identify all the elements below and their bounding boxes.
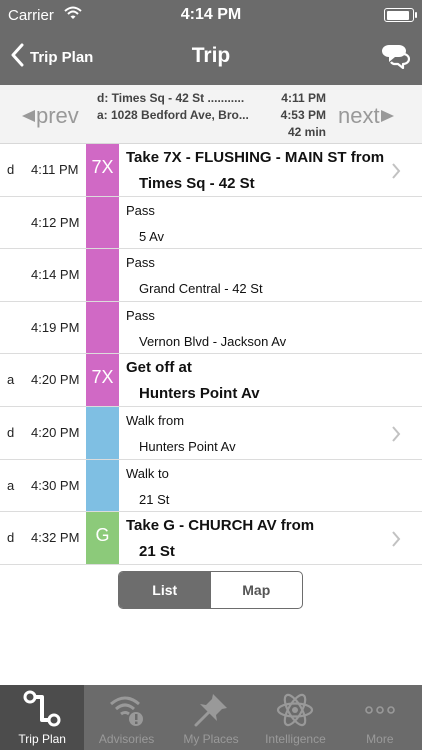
depart-arrive-marker: a [7, 477, 15, 493]
itinerary-list: d 4:11 PM 7X Take 7X - FLUSHING - MAIN S… [0, 144, 422, 565]
trip-duration: 42 min [287, 125, 326, 139]
map-tab-button[interactable]: Map [211, 572, 303, 608]
row-instruction: Take G - CHURCH AV from [126, 517, 315, 535]
route-color-band [86, 301, 119, 354]
row-time: 4:12 PM [31, 214, 80, 230]
row-stop: 21 St [139, 543, 175, 561]
itinerary-row-board-7x[interactable]: d 4:11 PM 7X Take 7X - FLUSHING - MAIN S… [0, 144, 422, 197]
route-color-band [86, 249, 119, 301]
tab-label: My Places [183, 732, 239, 746]
depart-arrive-marker: d [7, 424, 15, 440]
itinerary-row-pass: 4:14 PM Pass Grand Central - 42 St [0, 249, 422, 302]
triangle-right-icon [380, 110, 394, 122]
triangle-left-icon [22, 110, 35, 122]
tab-more[interactable]: More [338, 685, 422, 750]
row-time: 4:14 PM [31, 267, 80, 283]
route-color-band [86, 196, 119, 249]
tab-label: Advisories [98, 732, 155, 746]
itinerary-row-board-g[interactable]: d 4:32 PM G Take G - CHURCH AV from 21 S… [0, 512, 422, 565]
nav-bar: Trip Plan Trip [0, 30, 422, 85]
row-time: 4:19 PM [31, 319, 80, 335]
row-stop: Times Sq - 42 St [139, 175, 255, 192]
row-stop: Vernon Blvd - Jackson Av [139, 333, 287, 349]
walk-color-band [86, 406, 119, 459]
tab-label: Trip Plan [18, 732, 66, 746]
tab-bar: Trip Plan Advisories My Places Intellige… [0, 685, 422, 750]
walk-color-band [86, 459, 119, 512]
row-time: 4:20 PM [31, 372, 80, 388]
depart-arrive-marker: d [7, 530, 15, 546]
chat-bubbles-icon[interactable] [380, 43, 411, 74]
tab-intelligence[interactable]: Intelligence [253, 685, 337, 750]
depart-arrive-marker: a [7, 372, 15, 388]
status-time: 4:14 PM [180, 6, 242, 23]
tab-advisories[interactable]: Advisories [84, 685, 168, 750]
atom-icon [275, 690, 315, 730]
chevron-right-icon [391, 163, 401, 184]
row-stop: Hunters Point Av [139, 438, 236, 454]
row-instruction: Pass [126, 255, 155, 271]
row-time: 4:32 PM [31, 530, 80, 546]
row-instruction: Pass [126, 202, 155, 218]
back-button[interactable]: Trip Plan [10, 42, 93, 72]
tab-label: Intelligence [265, 732, 326, 746]
itinerary-row-walk-from[interactable]: d 4:20 PM Walk from Hunters Point Av [0, 406, 422, 460]
row-time: 4:30 PM [31, 477, 80, 493]
prev-label: prev [36, 103, 79, 128]
next-label: next [338, 103, 380, 128]
tab-my-places[interactable]: My Places [169, 685, 253, 750]
route-badge: 7X [91, 157, 114, 177]
departure-time: 4:11 PM [281, 91, 326, 105]
row-stop: Grand Central - 42 St [139, 281, 263, 297]
status-bar: Carrier 4:14 PM [0, 0, 422, 30]
row-instruction: Walk from [126, 412, 185, 428]
chevron-right-icon [391, 531, 401, 552]
tab-trip-plan[interactable]: Trip Plan [0, 685, 85, 750]
row-time: 4:20 PM [31, 424, 80, 440]
tab-label: More [366, 732, 394, 746]
row-instruction: Walk to [126, 465, 169, 481]
itinerary-row-get-off: a 4:20 PM 7X Get off at Hunters Point Av [0, 354, 422, 407]
chevron-left-icon [10, 43, 24, 72]
prev-button[interactable]: prev [22, 103, 79, 129]
row-stop: 21 St [139, 491, 170, 507]
list-map-toggle: List Map [118, 571, 303, 609]
next-button[interactable]: next [338, 103, 394, 129]
arrival-time: 4:53 PM [280, 108, 326, 122]
route-icon [22, 690, 62, 730]
pushpin-icon [191, 690, 231, 730]
list-tab-button[interactable]: List [119, 572, 211, 608]
itinerary-row-pass: 4:12 PM Pass 5 Av [0, 196, 422, 250]
trip-summary: prev d: Times Sq - 42 St ........... a: … [0, 85, 422, 144]
row-stop: 5 Av [139, 228, 165, 244]
chevron-right-icon [391, 426, 401, 447]
row-instruction: Pass [126, 307, 155, 323]
back-button-label: Trip Plan [30, 48, 94, 66]
signal-alert-icon [107, 690, 147, 730]
route-badge: G [95, 525, 110, 546]
row-instruction: Get off at [126, 359, 192, 377]
battery-icon [384, 8, 417, 22]
route-badge: 7X [91, 367, 114, 388]
ellipsis-icon [360, 690, 400, 730]
row-instruction: Take 7X - FLUSHING - MAIN ST from [126, 149, 385, 166]
itinerary-row-pass: 4:19 PM Pass Vernon Blvd - Jackson Av [0, 301, 422, 355]
row-time: 4:11 PM [31, 162, 79, 177]
row-stop: Hunters Point Av [139, 385, 260, 403]
itinerary-row-walk-to: a 4:30 PM Walk to 21 St [0, 459, 422, 513]
depart-arrive-marker: d [7, 162, 15, 177]
